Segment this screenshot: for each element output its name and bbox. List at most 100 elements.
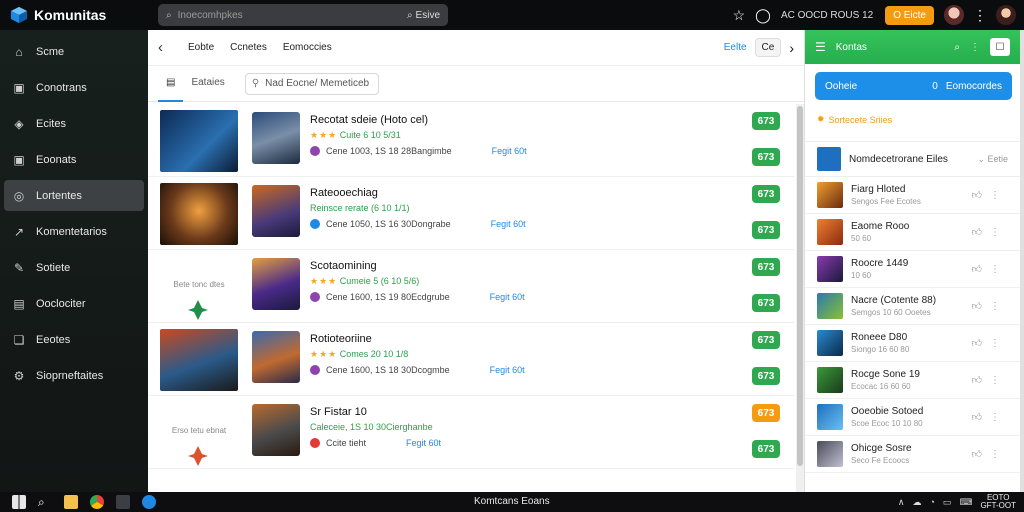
sidebar-item-1[interactable]: ▣ Conotrans (4, 72, 144, 103)
recommended-item[interactable]: Roocre 1449 10 60 👍︎ ⋮ (805, 251, 1020, 288)
avatar[interactable] (944, 5, 964, 25)
breadcrumb-1[interactable]: Eobte (188, 42, 214, 53)
sidebar-item-6[interactable]: ✎ Sotiete (4, 252, 144, 283)
search-bar[interactable]: ⌕ Inoecomhpkes ⌕ Esive (158, 4, 448, 26)
cloud-icon[interactable]: ☁ (912, 497, 921, 508)
price-badge-secondary[interactable]: 673 (752, 367, 780, 385)
back-arrow-icon[interactable]: ‹ (158, 39, 188, 56)
notification-icon[interactable]: ◯ (751, 7, 775, 24)
tab-list-view[interactable]: ▤ (158, 66, 184, 102)
recommended-item[interactable]: Ooeobie Sotoed Scoe Ecoc 10 10 80 👍︎ ⋮ (805, 399, 1020, 436)
thumbs-up-icon[interactable]: 👍︎ (972, 263, 982, 275)
game-title[interactable]: Rotioteoriine (310, 333, 372, 345)
status-pill-button[interactable]: O Eicte (885, 5, 934, 25)
sidebar-item-2[interactable]: ◈ Ecites (4, 108, 144, 139)
price-badge[interactable]: 673 (752, 331, 780, 349)
scrollbar-thumb[interactable] (797, 106, 803, 466)
star-icon[interactable]: ☆ (727, 7, 751, 24)
recommended-item[interactable]: Eaome Rooo 50 60 👍︎ ⋮ (805, 214, 1020, 251)
sidebar-item-3[interactable]: ▣ Eoonats (4, 144, 144, 175)
more-vertical-icon[interactable]: ⋮ (990, 338, 1000, 349)
more-vertical-icon[interactable]: ⋮ (990, 301, 1000, 312)
breadcrumb-2[interactable]: Ccnetes (230, 42, 267, 53)
game-link[interactable]: Fegit 60t (491, 219, 526, 229)
search-icon[interactable]: ⌕ (38, 495, 52, 509)
more-vertical-icon[interactable]: ⋮ (990, 227, 1000, 238)
sidebar-item-8[interactable]: ❏ Eeotes (4, 324, 144, 355)
breadcrumb-3[interactable]: Eomoccies (283, 42, 332, 53)
highlight-banner[interactable]: Ooheie 0 Eomocordes (815, 72, 1012, 100)
menu-icon[interactable]: ☰ (815, 40, 826, 54)
game-link[interactable]: Fegit 60t (490, 292, 525, 302)
sidebar-item-5[interactable]: ↗ Komentetarios (4, 216, 144, 247)
sidebar-item-7[interactable]: ▤ Ooclociter (4, 288, 144, 319)
right-scrollbar[interactable] (1020, 30, 1024, 492)
game-thumbnail[interactable] (252, 331, 300, 383)
sidebar-item-0[interactable]: ⌂ Scme (4, 36, 144, 67)
game-thumbnail[interactable] (252, 112, 300, 164)
sidebar-item-9[interactable]: ⚙ Sioprneftaites (4, 360, 144, 391)
recommended-item[interactable]: Ohicge Sosre Seco Fe Ecoocs 👍︎ ⋮ (805, 436, 1020, 473)
price-badge[interactable]: 673 (752, 258, 780, 276)
section-more[interactable]: ⌄ Eetie (977, 154, 1008, 165)
more-vertical-icon[interactable]: ⋮ (990, 190, 1000, 201)
tab-details[interactable]: Eataies (183, 66, 232, 102)
more-vertical-icon[interactable]: ⋮ (990, 449, 1000, 460)
header-link[interactable]: Eelte (724, 42, 747, 53)
price-badge[interactable]: 673 (752, 112, 780, 130)
thumbs-up-icon[interactable]: 👍︎ (972, 448, 982, 460)
windows-start-icon[interactable] (12, 495, 26, 509)
game-thumbnail[interactable] (252, 404, 300, 456)
search-input[interactable]: Inoecomhpkes (178, 10, 407, 21)
taskbar-window-title[interactable]: Komtcans Eoans (474, 496, 550, 507)
search-button[interactable]: ⌕ Esive (407, 10, 440, 21)
header-button[interactable]: Ce (754, 38, 782, 57)
list-item[interactable]: Rateooechiag Reinsce rerate (6 10 1/1) Ce… (148, 177, 794, 250)
game-title[interactable]: Sr Fistar 10 (310, 406, 367, 418)
clock[interactable]: EOTO GFT-OOT (980, 494, 1016, 510)
list-item[interactable]: Bete tonc dtes Scotaomining ★★★ Cumeie 5 (… (148, 250, 794, 323)
thumbs-up-icon[interactable]: 👍︎ (972, 189, 982, 201)
chevron-right-icon[interactable]: › (789, 40, 794, 56)
app-brand[interactable]: Komunitas (0, 6, 150, 24)
recommended-item[interactable]: Roneee D80 Siongo 16 60 80 👍︎ ⋮ (805, 325, 1020, 362)
game-link[interactable]: Fegit 60t (406, 438, 441, 448)
game-thumbnail[interactable] (252, 185, 300, 237)
close-box-button[interactable]: ☐ (990, 38, 1010, 56)
battery-icon[interactable]: ▭ (943, 497, 952, 508)
game-link[interactable]: Fegit 60t (490, 365, 525, 375)
game-title[interactable]: Recotat sdeie (Hoto cel) (310, 114, 428, 126)
price-badge[interactable]: 673 (752, 185, 780, 203)
thumbs-up-icon[interactable]: 👍︎ (972, 300, 982, 312)
recommended-item[interactable]: Nacre (Cotente 88) Semgos 10 60 Ooetes 👍… (805, 288, 1020, 325)
list-item[interactable]: Erso tetu ebnat Sr Fistar 10 Caleceie, 1S… (148, 396, 794, 469)
more-icon[interactable]: ⋮ (970, 42, 980, 53)
keyboard-icon[interactable]: ⌨ (959, 497, 972, 508)
game-cover-image[interactable] (160, 329, 238, 391)
sidebar-item-4[interactable]: ◎ Lortentes (4, 180, 144, 211)
thumbs-up-icon[interactable]: 👍︎ (972, 337, 982, 349)
more-vertical-icon[interactable]: ⋮ (968, 7, 992, 24)
game-title[interactable]: Rateooechiag (310, 187, 378, 199)
more-vertical-icon[interactable]: ⋮ (990, 412, 1000, 423)
game-link[interactable]: Fegit 60t (492, 146, 527, 156)
more-vertical-icon[interactable]: ⋮ (990, 375, 1000, 386)
user-avatar[interactable] (996, 5, 1016, 25)
recommended-item[interactable]: Fiarg Hloted Sengos Fee Ecotes 👍︎ ⋮ (805, 177, 1020, 214)
game-cover-image[interactable] (160, 110, 238, 172)
wifi-icon[interactable]: ◔ (929, 497, 934, 507)
thumbs-up-icon[interactable]: 👍︎ (972, 374, 982, 386)
more-vertical-icon[interactable]: ⋮ (990, 264, 1000, 275)
price-badge-secondary[interactable]: 673 (752, 148, 780, 166)
folder-icon[interactable] (64, 495, 78, 509)
chevron-up-icon[interactable]: ∧ (898, 497, 905, 508)
recommended-section-header[interactable]: Nomdecetrorane Eiles ⌄ Eetie (805, 141, 1020, 177)
browser-icon[interactable] (90, 495, 104, 509)
search-icon[interactable]: ⌕ (954, 42, 960, 53)
game-title[interactable]: Scotaomining (310, 260, 377, 272)
store-icon[interactable] (116, 495, 130, 509)
price-badge-secondary[interactable]: 673 (752, 294, 780, 312)
price-badge-secondary[interactable]: 673 (752, 221, 780, 239)
thumbs-up-icon[interactable]: 👍︎ (972, 411, 982, 423)
recommended-item[interactable]: Rocge Sone 19 Ecocac 16 60 60 👍︎ ⋮ (805, 362, 1020, 399)
